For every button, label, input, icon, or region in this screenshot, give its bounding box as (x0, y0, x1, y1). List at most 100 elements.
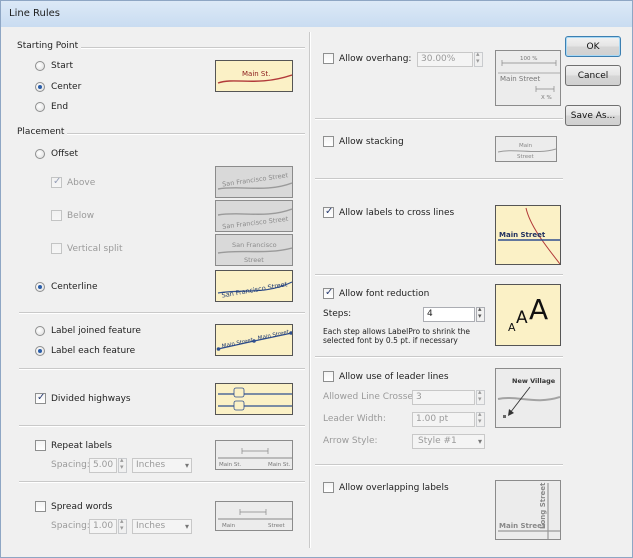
section-separator (19, 481, 305, 483)
allow-cross-lines-checkbox[interactable] (323, 206, 334, 218)
label-each-preview: Main Street Main Street (215, 324, 293, 356)
vertical-split-checkbox[interactable] (51, 243, 62, 254)
repeat-labels-label[interactable]: Repeat labels (51, 441, 112, 451)
repeat-preview-left-text: Main St. (219, 462, 242, 468)
center-radio[interactable] (35, 82, 45, 92)
allow-overhang-label[interactable]: Allow overhang: (339, 54, 411, 64)
allow-font-reduction-label[interactable]: Allow font reduction (339, 289, 429, 299)
above-preview-text: San Francisco Street (222, 171, 289, 188)
cross-lines-preview-graphic: Main Street (498, 207, 560, 264)
leader-width-spinner[interactable] (476, 410, 485, 427)
below-checkbox[interactable] (51, 210, 62, 221)
arrow-style-select[interactable]: Style #1 ▾ (412, 434, 485, 449)
dialog-client: Starting Point Start Center End Main St.… (9, 28, 626, 552)
repeat-spacing-spinner[interactable] (118, 456, 127, 473)
spread-words-checkbox[interactable] (35, 501, 46, 512)
allow-leader-lines-checkbox[interactable] (323, 371, 334, 382)
save-as-button[interactable]: Save As... (565, 105, 621, 126)
steps-label: Steps: (323, 309, 352, 319)
allow-cross-lines-label[interactable]: Allow labels to cross lines (339, 208, 454, 218)
vertical-split-preview-top: San Francisco (232, 241, 277, 249)
steps-spinner[interactable] (476, 305, 485, 322)
leader-preview-text: New Village (512, 377, 556, 385)
start-radio-label[interactable]: Start (51, 61, 73, 71)
font-reduction-small-a: A (508, 321, 516, 334)
font-reduction-mid-a: A (516, 308, 528, 328)
allow-font-reduction-checkbox[interactable] (323, 287, 334, 299)
start-radio[interactable] (35, 61, 45, 71)
allow-overlapping-checkbox[interactable] (323, 482, 334, 493)
cancel-button[interactable]: Cancel (565, 65, 621, 86)
label-each-radio-label[interactable]: Label each feature (51, 346, 135, 356)
offset-radio[interactable] (35, 149, 45, 159)
label-each-radio[interactable] (35, 346, 45, 356)
stacking-preview-top: Main (519, 143, 533, 149)
centerline-preview-text: San Francisco Street (221, 280, 288, 299)
end-radio[interactable] (35, 102, 45, 112)
allow-overhang-checkbox[interactable] (323, 53, 334, 64)
above-preview: San Francisco Street (215, 166, 293, 198)
spread-preview-left-text: Main (222, 523, 236, 529)
spread-spacing-spinner[interactable] (118, 517, 127, 534)
center-radio-label[interactable]: Center (51, 82, 81, 92)
below-preview-graphic: San Francisco Street (217, 208, 292, 231)
label-each-preview-text-1: Main Street (221, 337, 254, 350)
ok-button[interactable]: OK (565, 36, 621, 57)
chevron-down-icon: ▾ (477, 437, 482, 446)
font-reduction-preview: A A A (495, 284, 561, 346)
allow-stacking-checkbox[interactable] (323, 136, 334, 147)
vertical-split-checkbox-label[interactable]: Vertical split (67, 244, 122, 254)
allowed-line-crosses-input[interactable]: 3 (412, 390, 475, 405)
overhang-input[interactable]: 30.00% (417, 52, 473, 67)
section-separator (315, 118, 563, 120)
leader-lines-preview-graphic: New Village (497, 377, 560, 418)
above-checkbox-label[interactable]: Above (67, 178, 95, 188)
section-separator (315, 464, 563, 466)
label-joined-radio-label[interactable]: Label joined feature (51, 326, 141, 336)
spread-words-preview: Main Street (215, 501, 293, 531)
overhang-preview-graphic: 100 % Main Street X % (498, 56, 560, 101)
end-radio-label[interactable]: End (51, 102, 68, 112)
above-checkbox[interactable] (51, 176, 62, 188)
vertical-split-preview-bottom: Street (244, 256, 264, 264)
section-separator (19, 425, 305, 427)
section-separator (315, 178, 563, 180)
below-checkbox-label[interactable]: Below (67, 211, 94, 221)
line-rules-dialog: Line Rules Starting Point Start Center E… (0, 0, 633, 558)
allow-overlapping-label[interactable]: Allow overlapping labels (339, 483, 449, 493)
font-reduction-note: Each step allows LabelPro to shrink the … (323, 327, 471, 345)
centerline-radio[interactable] (35, 282, 45, 292)
divided-highways-label[interactable]: Divided highways (51, 394, 131, 404)
below-preview: San Francisco Street (215, 200, 293, 232)
centerline-radio-label[interactable]: Centerline (51, 282, 98, 292)
label-each-preview-graphic: Main Street Main Street (216, 329, 292, 351)
cross-lines-preview: Main Street (495, 205, 561, 265)
repeat-labels-checkbox[interactable] (35, 440, 46, 451)
repeat-labels-preview: Main St. Main St. (215, 440, 293, 470)
overhang-spinner[interactable] (474, 50, 483, 67)
leader-width-label: Leader Width: (323, 414, 386, 424)
stacking-preview-graphic: Main Street (497, 143, 556, 160)
leader-width-input[interactable]: 1.00 pt (412, 412, 475, 427)
allowed-line-crosses-label: Allowed Line Crosses: (323, 392, 421, 402)
vertical-split-preview: San Francisco Street (215, 234, 293, 266)
allowed-line-crosses-spinner[interactable] (476, 388, 485, 405)
allow-leader-lines-label[interactable]: Allow use of leader lines (339, 372, 449, 382)
repeat-spacing-input[interactable]: 5.00 (89, 458, 117, 473)
stacking-preview-bottom: Street (517, 154, 535, 160)
stacking-preview: Main Street (495, 136, 557, 162)
spread-spacing-input[interactable]: 1.00 (89, 519, 117, 534)
font-reduction-preview-graphic: A A A (508, 293, 548, 334)
divided-highways-checkbox[interactable] (35, 392, 46, 404)
label-joined-radio[interactable] (35, 326, 45, 336)
overhang-preview-text: Main Street (500, 75, 540, 83)
cross-lines-preview-text: Main Street (499, 231, 546, 239)
starting-point-preview: Main St. (215, 60, 293, 92)
spread-units-select[interactable]: Inches ▾ (132, 519, 192, 534)
offset-radio-label[interactable]: Offset (51, 149, 78, 159)
repeat-units-select[interactable]: Inches ▾ (132, 458, 192, 473)
spread-words-preview-graphic: Main Street (218, 509, 292, 529)
spread-words-label[interactable]: Spread words (51, 502, 112, 512)
steps-input[interactable]: 4 (423, 307, 475, 322)
allow-stacking-label[interactable]: Allow stacking (339, 137, 404, 147)
